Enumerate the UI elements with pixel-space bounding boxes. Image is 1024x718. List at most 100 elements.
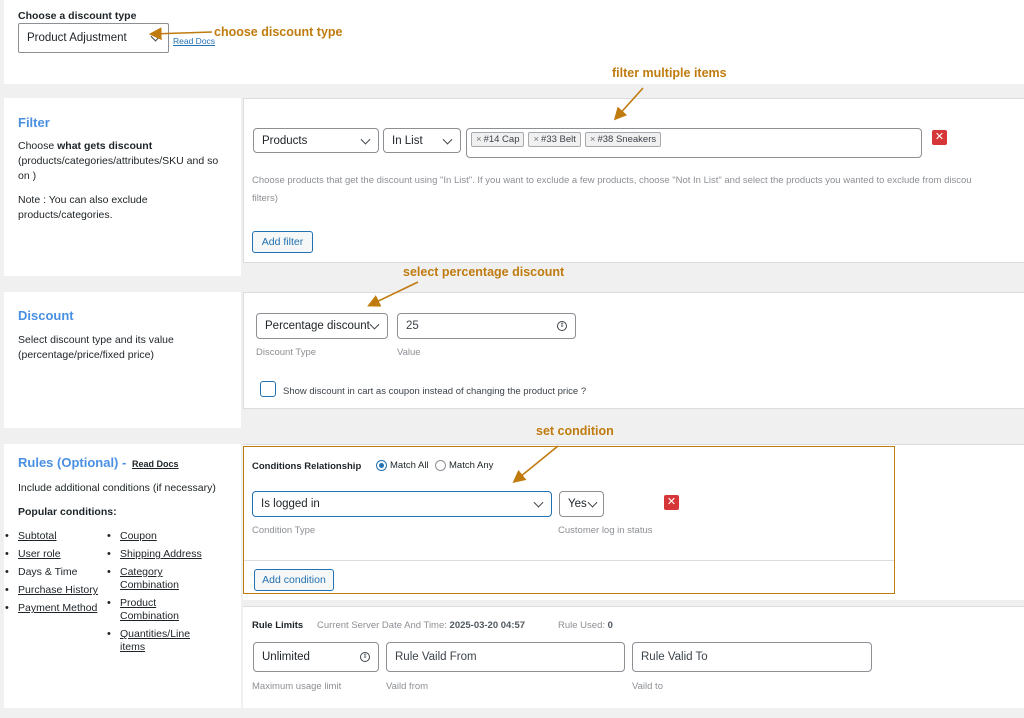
server-time-caption: Current Server Date And Time: [317, 620, 447, 631]
remove-filter-button[interactable]: ✕ [932, 130, 947, 145]
filter-type-value: Products [262, 134, 308, 147]
usage-limit-caption: Maximum usage limit [252, 681, 342, 692]
filter-help-line-1: Choose products that get the discount us… [252, 175, 972, 186]
stepper-icon[interactable]: ⇕ [360, 652, 370, 662]
filter-desc-bold: what gets discount [57, 140, 153, 152]
discount-type-select-2[interactable]: Percentage discount [256, 313, 388, 339]
condition-link-days-time[interactable]: Days & Time [0, 566, 112, 579]
add-condition-button[interactable]: Add condition [254, 569, 334, 591]
discount-value-input[interactable]: 25 ⇕ [397, 313, 576, 339]
condition-link-user-role[interactable]: User role [0, 548, 112, 561]
add-filter-button[interactable]: Add filter [252, 231, 313, 253]
conditions-relationship-label: Conditions Relationship [252, 461, 362, 472]
discount-value: 25 [406, 320, 419, 332]
condition-label: Shipping Address [120, 548, 202, 560]
remove-condition-button[interactable]: ✕ [664, 495, 679, 510]
condition-link-purchase-history[interactable]: Purchase History [0, 584, 112, 597]
condition-type-select[interactable]: Is logged in [252, 491, 552, 517]
product-tag[interactable]: × #14 Cap [471, 132, 525, 147]
discount-type-select[interactable]: Product Adjustment [18, 23, 169, 53]
condition-link-coupon[interactable]: Coupon [102, 530, 214, 543]
rule-used-value: 0 [607, 620, 613, 631]
product-tag[interactable]: × #38 Sneakers [584, 132, 662, 147]
discount-description: Select discount type and its value (perc… [18, 334, 174, 361]
condition-link-payment-method[interactable]: Payment Method [0, 602, 112, 615]
condition-link-subtotal[interactable]: Subtotal [0, 530, 112, 543]
popular-conditions-left: Subtotal User role Days & Time Purchase … [0, 530, 112, 620]
filter-help-line-2: filters) [252, 193, 278, 204]
chevron-down-icon [442, 134, 453, 145]
match-all-label: Match All [390, 460, 429, 472]
rule-used-caption: Rule Used: [558, 620, 605, 631]
discount-type-value-2: Percentage discount [265, 320, 370, 332]
discount-type-caption: Discount Type [256, 347, 317, 358]
filter-desc-rest: (products/categories/attributes/SKU and … [18, 155, 219, 182]
product-tag-label: #14 Cap [483, 134, 520, 145]
discount-title: Discount [18, 308, 74, 323]
condition-link-category-combination[interactable]: Category Combination [102, 566, 182, 592]
usage-limit-value: Unlimited [262, 651, 310, 663]
tag-remove-icon[interactable]: × [533, 134, 539, 145]
tag-remove-icon[interactable]: × [590, 134, 596, 145]
valid-to-placeholder: Rule Valid To [641, 651, 708, 663]
tag-remove-icon[interactable]: × [476, 134, 482, 145]
valid-to-input[interactable]: Rule Valid To [632, 642, 872, 672]
valid-from-input[interactable]: Rule Vaild From [386, 642, 625, 672]
chevron-down-icon [150, 31, 161, 42]
match-any-radio[interactable]: Match Any [435, 460, 493, 471]
match-all-radio[interactable]: Match All [376, 460, 429, 471]
annotation-choose-discount-type: choose discount type [214, 25, 343, 39]
match-any-label: Match Any [449, 460, 494, 472]
conditions-divider [244, 560, 894, 561]
login-status-select[interactable]: Yes [559, 491, 604, 517]
condition-label: Quantities/Line items [120, 628, 191, 653]
filter-operator-select[interactable]: In List [383, 128, 461, 153]
popular-conditions-right: Coupon Shipping Address Category Combina… [102, 530, 214, 659]
server-time-value: 2025-03-20 04:57 [449, 620, 526, 631]
chevron-down-icon [369, 319, 380, 330]
radio-unselected-icon[interactable] [435, 460, 446, 471]
valid-from-placeholder: Rule Vaild From [395, 651, 477, 663]
condition-link-quantities[interactable]: Quantities/Line items [102, 628, 192, 654]
condition-label: User role [18, 548, 61, 560]
filter-products-multiselect[interactable]: × #14 Cap × #33 Belt × #38 Sneakers [466, 128, 922, 158]
product-tag-label: #38 Sneakers [597, 134, 657, 145]
filter-desc-prefix: Choose [18, 140, 58, 152]
condition-type-value: Is logged in [261, 498, 320, 510]
valid-to-caption: Vaild to [632, 681, 663, 692]
coupon-checkbox-label: Show discount in cart as coupon instead … [283, 386, 587, 397]
rule-limits-title: Rule Limits [252, 620, 304, 631]
rules-description: Include additional conditions (if necess… [18, 482, 216, 494]
condition-label: Product Combination [120, 597, 179, 622]
condition-label: Days & Time [18, 566, 78, 578]
stepper-icon[interactable]: ⇕ [557, 321, 567, 331]
filter-operator-value: In List [392, 134, 423, 147]
coupon-checkbox[interactable] [260, 381, 276, 397]
annotation-set-condition: set condition [536, 424, 614, 438]
discount-type-read-docs-link[interactable]: Read Docs [173, 36, 215, 46]
condition-link-shipping-address[interactable]: Shipping Address [102, 548, 214, 561]
filter-title: Filter [18, 115, 50, 130]
radio-selected-icon[interactable] [376, 460, 387, 471]
condition-label: Payment Method [18, 602, 98, 614]
rule-used-label: Rule Used: 0 [558, 620, 613, 631]
condition-label: Category Combination [120, 566, 179, 591]
condition-link-product-combination[interactable]: Product Combination [102, 597, 182, 623]
discount-value-caption: Value [397, 347, 421, 358]
usage-limit-select[interactable]: Unlimited ⇕ [253, 642, 379, 672]
filter-note: Note : You can also exclude products/cat… [18, 194, 148, 221]
product-tag[interactable]: × #33 Belt [528, 132, 581, 147]
condition-label: Purchase History [18, 584, 98, 596]
popular-conditions-heading: Popular conditions: [18, 506, 117, 518]
condition-type-caption: Condition Type [252, 525, 316, 536]
annotation-select-percentage-discount: select percentage discount [403, 265, 565, 279]
valid-from-caption: Vaild from [386, 681, 429, 692]
condition-label: Subtotal [18, 530, 57, 542]
rules-read-docs-link[interactable]: Read Docs [132, 459, 179, 469]
annotation-filter-multiple-items: filter multiple items [612, 66, 727, 80]
chevron-down-icon [587, 497, 598, 508]
product-tag-label: #33 Belt [541, 134, 576, 145]
chevron-down-icon [533, 497, 544, 508]
filter-type-select[interactable]: Products [253, 128, 379, 153]
discount-type-value: Product Adjustment [27, 32, 127, 44]
